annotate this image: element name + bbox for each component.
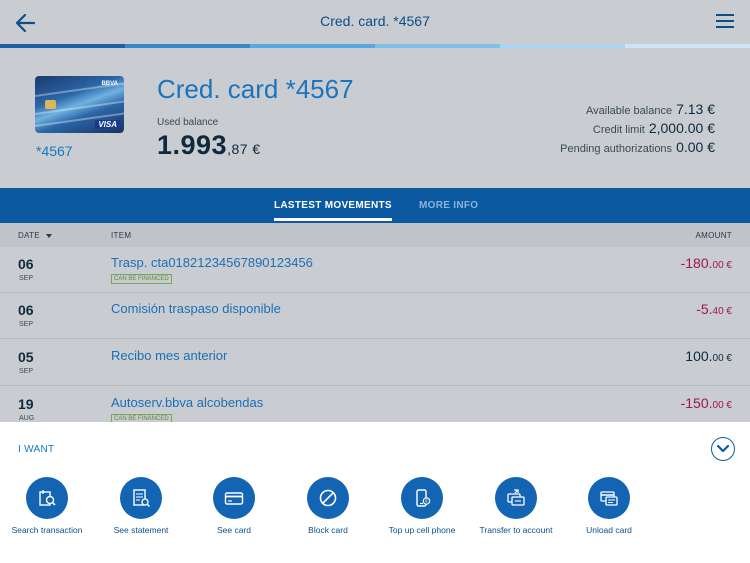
- movement-item: Comisión traspaso disponible: [111, 301, 281, 316]
- table-row[interactable]: 06 SEP Trasp. cta01821234567890123456 CA…: [0, 247, 750, 293]
- date-column-header[interactable]: DATE: [18, 231, 52, 240]
- used-balance-amount: 1.993,87 €: [157, 130, 261, 160]
- see-card-button[interactable]: See card: [194, 477, 274, 535]
- card-chip: [45, 100, 56, 109]
- hamburger-icon: [716, 14, 734, 16]
- card-name: Cred. card *4567: [157, 74, 354, 104]
- movement-amount: -180.00 €: [680, 255, 732, 271]
- card-image[interactable]: BBVA VISA: [35, 76, 124, 133]
- tab-latest-movements[interactable]: LASTEST MOVEMENTS: [274, 200, 392, 221]
- transfer-icon: [507, 489, 525, 506]
- movement-item: Trasp. cta01821234567890123456: [111, 255, 313, 270]
- card-brand-logo: BBVA: [101, 81, 118, 87]
- movement-item: Recibo mes anterior: [111, 348, 228, 363]
- movement-amount: 100.00 €: [685, 348, 732, 364]
- card-network-logo: VISA: [95, 120, 120, 129]
- chevron-down-icon: [717, 444, 729, 453]
- top-up-phone-button[interactable]: € Top up cell phone: [382, 477, 462, 535]
- movements-list: 06 SEP Trasp. cta01821234567890123456 CA…: [0, 247, 750, 422]
- movement-month: SEP: [19, 368, 34, 375]
- sort-down-icon: [45, 233, 52, 238]
- see-statement-button[interactable]: See statement: [101, 477, 181, 535]
- pending-authorizations-row: Pending authorizations 0.00 €: [560, 139, 715, 155]
- phone-icon: €: [416, 489, 431, 507]
- statement-icon: [133, 489, 151, 508]
- movement-day: 19: [18, 396, 34, 412]
- movement-day: 05: [18, 349, 34, 365]
- unload-card-icon: [600, 491, 618, 506]
- menu-button[interactable]: [716, 14, 734, 32]
- unload-card-button[interactable]: Unload card: [569, 477, 649, 535]
- search-transaction-button[interactable]: Search transaction: [7, 477, 87, 535]
- svg-text:€: €: [425, 499, 428, 505]
- tab-more-info[interactable]: MORE INFO: [419, 200, 478, 211]
- movement-month: AUG: [19, 415, 35, 422]
- movement-month: SEP: [19, 321, 34, 328]
- credit-limit-row: Credit limit 2,000.00 €: [592, 120, 715, 136]
- financeable-badge: CAN BE FINANCED: [111, 414, 172, 422]
- card-icon: [224, 492, 244, 505]
- balance-list: Available balance 7.13 € Credit limit 2,00…: [560, 100, 715, 157]
- movements-table-header: DATE ITEM AMOUNT: [0, 223, 750, 247]
- search-transaction-icon: [39, 490, 56, 506]
- movement-item: Autoserv.bbva alcobendas: [111, 395, 264, 410]
- i-want-panel: I WANT Search transaction See statement …: [0, 422, 750, 563]
- used-balance-label: Used balance: [157, 117, 219, 128]
- panel-title: I WANT: [18, 444, 55, 455]
- card-last-digits: *4567: [36, 143, 73, 159]
- table-row[interactable]: 06 SEP Comisión traspaso disponible -5.4…: [0, 293, 750, 339]
- table-row[interactable]: 19 AUG Autoserv.bbva alcobendas CAN BE F…: [0, 387, 750, 422]
- block-icon: [319, 489, 337, 507]
- movement-amount: -150.00 €: [680, 395, 732, 411]
- movement-month: SEP: [19, 275, 34, 282]
- table-row[interactable]: 05 SEP Recibo mes anterior 100.00 €: [0, 340, 750, 386]
- movement-day: 06: [18, 256, 34, 272]
- card-summary: BBVA VISA *4567 Cred. card *4567 Used ba…: [0, 48, 750, 188]
- page-title: Cred. card. *4567: [320, 13, 430, 29]
- app-header: Cred. card. *4567: [0, 0, 750, 44]
- financeable-badge: CAN BE FINANCED: [111, 274, 172, 284]
- block-card-button[interactable]: Block card: [288, 477, 368, 535]
- available-balance-row: Available balance 7.13 €: [586, 101, 715, 117]
- transfer-to-account-button[interactable]: Transfer to account: [476, 477, 556, 535]
- movement-day: 06: [18, 302, 34, 318]
- amount-column-header: AMOUNT: [695, 231, 732, 240]
- tab-bar: LASTEST MOVEMENTS MORE INFO: [0, 188, 750, 223]
- movement-amount: -5.40 €: [696, 301, 732, 317]
- item-column-header: ITEM: [111, 231, 132, 240]
- collapse-panel-button[interactable]: [711, 437, 735, 461]
